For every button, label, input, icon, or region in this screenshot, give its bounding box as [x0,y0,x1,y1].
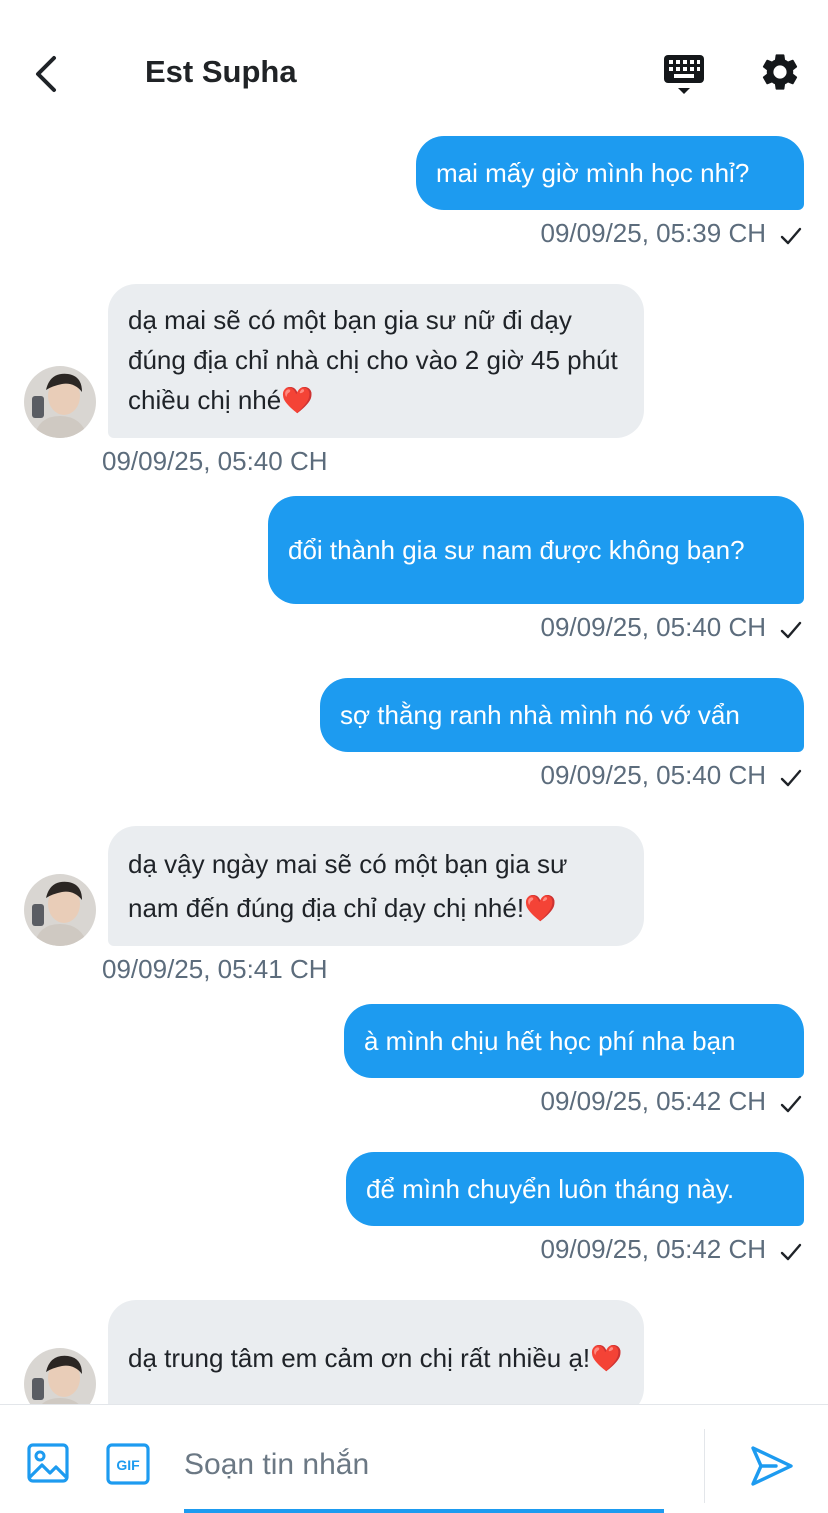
sent-check-icon [780,227,802,245]
sent-check-icon [780,1095,802,1113]
settings-button[interactable] [758,50,802,94]
gear-icon [762,54,798,90]
back-button[interactable] [28,52,68,96]
chevron-left-icon [36,56,56,92]
message-bubble-received[interactable]: dạ mai sẽ có một bạn gia sư nữ đi dạy đú… [108,284,644,438]
message-bubble-sent[interactable]: à mình chịu hết học phí nha bạn [344,1004,804,1078]
message-timestamp: 09/09/25, 05:39 CH [540,218,767,248]
gif-label: GIF [116,1457,140,1473]
sent-check-icon [780,621,802,639]
message-bubble-received[interactable]: dạ trung tâm em cảm ơn chị rất nhiều ạ!❤… [108,1300,644,1404]
message-timestamp: 09/09/25, 05:42 CH [540,1234,767,1264]
keyboard-icon [664,55,704,94]
avatar[interactable] [24,874,96,946]
message-input[interactable] [184,1437,664,1493]
sent-check-icon [780,769,802,787]
sent-check-icon [780,1243,802,1261]
profile-photo [24,366,96,438]
gif-icon: GIF [106,1443,150,1485]
attach-image-button[interactable] [26,1441,70,1485]
conversation-title: Est Supha [145,54,297,89]
message-composer: GIF [0,1404,828,1513]
send-button[interactable] [748,1443,796,1489]
conversation-header: Est Supha [0,0,828,130]
message-timestamp: 09/09/25, 05:40 CH [102,446,328,476]
input-underline [184,1509,664,1513]
avatar[interactable] [24,1348,96,1404]
message-bubble-sent[interactable]: để mình chuyển luôn tháng này. [346,1152,804,1226]
attach-gif-button[interactable]: GIF [106,1443,150,1485]
message-bubble-received[interactable]: dạ vậy ngày mai sẽ có một bạn gia sư nam… [108,826,644,946]
composer-divider [704,1429,705,1503]
message-bubble-sent[interactable]: sợ thằng ranh nhà mình nó vớ vẩn [320,678,804,752]
send-icon [751,1446,793,1486]
message-timestamp: 09/09/25, 05:40 CH [540,612,767,642]
message-list[interactable]: mai mấy giờ mình học nhỉ? 09/09/25, 05:3… [0,130,828,1404]
keyboard-toggle-button[interactable] [660,52,708,98]
message-timestamp: 09/09/25, 05:41 CH [102,954,328,984]
image-icon [27,1443,69,1483]
profile-photo [24,874,96,946]
profile-photo [24,1348,96,1404]
message-timestamp: 09/09/25, 05:42 CH [540,1086,767,1116]
avatar[interactable] [24,366,96,438]
message-bubble-sent[interactable]: mai mấy giờ mình học nhỉ? [416,136,804,210]
message-timestamp: 09/09/25, 05:40 CH [540,760,767,790]
message-bubble-sent[interactable]: đổi thành gia sư nam được không bạn? [268,496,804,604]
